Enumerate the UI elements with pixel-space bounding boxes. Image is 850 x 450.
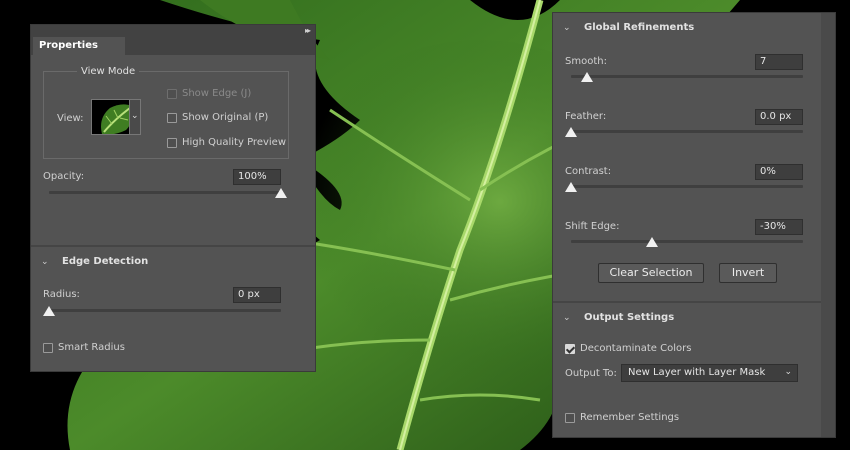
decontaminate-colors-checkbox[interactable] [565,344,575,354]
show-original-label: Show Original (P) [182,112,269,123]
smooth-input[interactable]: 7 [755,54,803,70]
smooth-label: Smooth: [565,56,607,67]
opacity-slider-handle[interactable] [275,188,287,198]
global-refinements-header[interactable]: Global Refinements [584,22,694,33]
chevron-down-icon[interactable]: ⌄ [563,23,571,33]
chevron-down-icon[interactable]: ⌄ [563,313,571,323]
opacity-slider-track[interactable] [49,191,281,194]
invert-button[interactable]: Invert [719,263,777,283]
section-divider [31,245,315,247]
smooth-slider-handle[interactable] [581,72,594,82]
remember-settings-label: Remember Settings [580,412,680,423]
properties-panel: Properties ▸▸ View Mode View: ⌄ Show Edg… [30,24,316,372]
radius-slider-track[interactable] [49,309,281,312]
refine-panel: ⌄ Global Refinements Smooth: 7 Feather: … [552,12,836,438]
feather-slider-handle[interactable] [565,127,577,137]
remember-settings-checkbox[interactable] [565,413,575,423]
high-quality-preview-label: High Quality Preview [182,137,286,148]
chevron-down-icon: ⌄ [784,367,792,377]
feather-label: Feather: [565,111,607,122]
tab-properties[interactable]: Properties [33,37,125,55]
contrast-label: Contrast: [565,166,612,177]
smooth-slider-track[interactable] [571,75,803,78]
contrast-slider-track[interactable] [571,185,803,188]
feather-slider-track[interactable] [571,130,803,133]
high-quality-preview-checkbox[interactable] [167,138,177,148]
double-chevron-right-icon[interactable]: ▸▸ [305,26,311,35]
shift-edge-input[interactable]: -30% [755,219,803,235]
show-edge-label: Show Edge (J) [182,88,252,99]
panel-scrollbar[interactable] [821,13,835,437]
radius-input[interactable]: 0 px [233,287,281,303]
output-to-value: New Layer with Layer Mask [628,367,766,378]
output-to-select[interactable]: New Layer with Layer Mask ⌄ [621,364,798,382]
shift-edge-slider-track[interactable] [571,240,803,243]
smart-radius-label: Smart Radius [58,342,125,353]
shift-edge-label: Shift Edge: [565,221,620,232]
output-settings-header[interactable]: Output Settings [584,312,674,323]
decontaminate-colors-label: Decontaminate Colors [580,343,692,354]
show-edge-checkbox[interactable] [167,89,177,99]
chevron-down-icon[interactable]: ⌄ [41,257,49,267]
output-to-label: Output To: [565,368,617,379]
panel-tab-bar: Properties ▸▸ [31,25,315,55]
smart-radius-checkbox[interactable] [43,343,53,353]
radius-label: Radius: [43,289,80,300]
view-label: View: [57,113,84,124]
contrast-input[interactable]: 0% [755,164,803,180]
section-divider [553,301,821,303]
clear-selection-button[interactable]: Clear Selection [598,263,704,283]
radius-slider-handle[interactable] [43,306,55,316]
view-mode-dropdown[interactable]: ⌄ [129,99,141,135]
opacity-label: Opacity: [43,171,85,182]
show-original-checkbox[interactable] [167,113,177,123]
edge-detection-header[interactable]: Edge Detection [62,256,148,267]
chevron-down-icon: ⌄ [131,111,139,121]
feather-input[interactable]: 0.0 px [755,109,803,125]
shift-edge-slider-handle[interactable] [646,237,659,247]
contrast-slider-handle[interactable] [565,182,577,192]
view-mode-legend: View Mode [77,66,140,77]
opacity-input[interactable]: 100% [233,169,281,185]
